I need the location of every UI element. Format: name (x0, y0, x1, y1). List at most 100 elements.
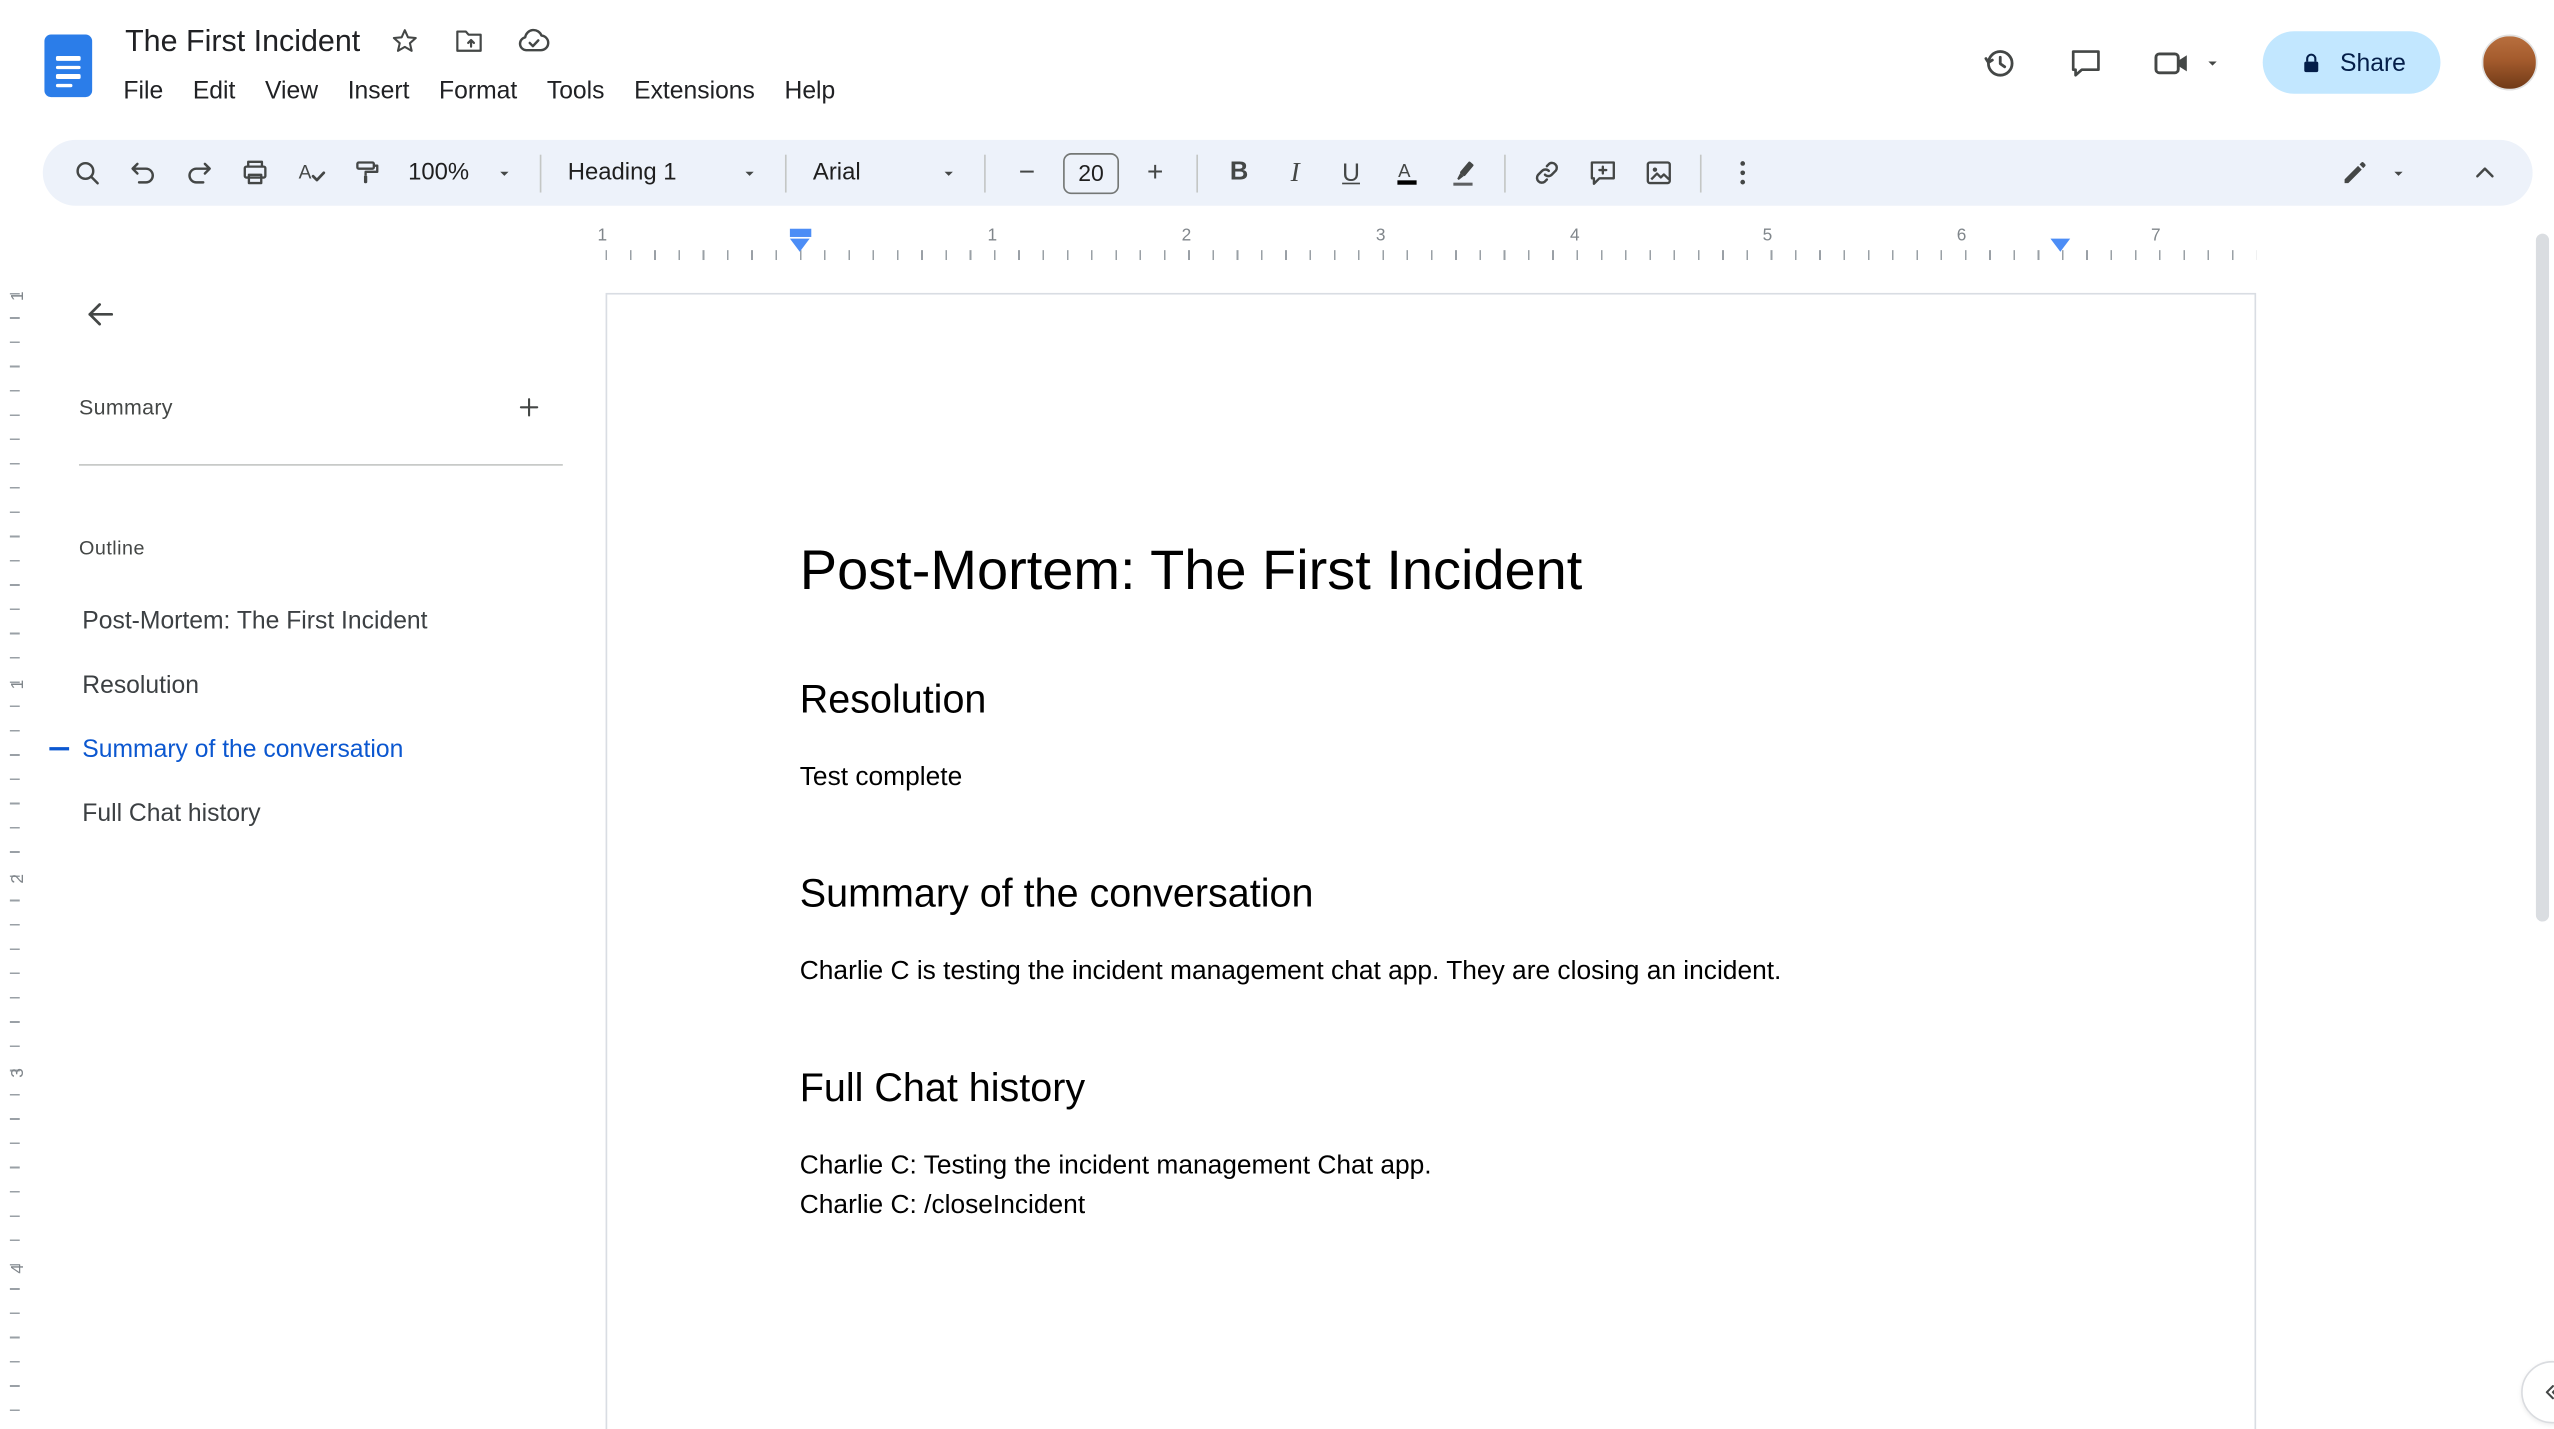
document-paragraph[interactable]: Charlie C: /closeIncident (800, 1186, 2057, 1225)
vertical-scrollbar[interactable] (2535, 233, 2550, 922)
menu-view[interactable]: View (250, 71, 333, 112)
add-summary-button[interactable] (510, 388, 546, 424)
hide-menus-button[interactable] (2460, 148, 2509, 197)
text-color-button[interactable]: A (1382, 148, 1431, 197)
docs-logo-icon[interactable] (44, 34, 93, 98)
insert-link-button[interactable] (1522, 148, 1571, 197)
ruler-number: 1 (8, 291, 29, 302)
toolbar-divider (784, 153, 787, 192)
right-indent-marker[interactable] (2050, 238, 2071, 252)
star-icon[interactable] (385, 21, 424, 60)
document-paragraph[interactable]: Charlie C: Testing the incident manageme… (800, 1147, 2057, 1186)
paint-format-button[interactable] (342, 148, 391, 197)
paragraph-styles-select[interactable]: Heading 1 (555, 148, 772, 197)
vertical-ruler: 1 1 2 3 4 (0, 0, 28, 1429)
editing-mode-select[interactable] (2329, 156, 2418, 189)
chevron-down-icon (500, 170, 509, 176)
document-canvas: Post-Mortem: The First Incident Resolutio… (567, 264, 2554, 1429)
back-arrow-icon (88, 303, 114, 326)
zoom-select[interactable]: 100% (395, 148, 527, 197)
account-avatar[interactable] (2481, 34, 2538, 91)
outline-item[interactable]: Resolution (79, 653, 560, 717)
paint-roller-icon (356, 161, 379, 184)
search-menus-button[interactable] (63, 148, 112, 197)
bold-button[interactable]: B (1214, 148, 1263, 197)
ruler-number: 1 (597, 225, 608, 246)
outline-heading: Outline (78, 536, 146, 560)
undo-button[interactable] (118, 148, 167, 197)
ruler-number: 2 (8, 873, 29, 884)
version-history-button[interactable] (1976, 39, 2022, 85)
join-call-button[interactable] (2151, 42, 2222, 83)
menu-insert[interactable]: Insert (333, 71, 424, 112)
outline-sidebar: Summary Outline Post-Mortem: The First I… (42, 263, 567, 1429)
redo-button[interactable] (174, 148, 223, 197)
first-line-indent-marker[interactable] (789, 228, 812, 237)
svg-text:A: A (1398, 160, 1411, 181)
document-title[interactable]: The First Incident (125, 23, 360, 59)
menu-file[interactable]: File (109, 71, 178, 112)
more-toolbar-options-button[interactable] (1718, 148, 1767, 197)
google-docs-window: The First Incident File Edit View Insert For… (0, 0, 2554, 1429)
sidebar-divider (78, 464, 563, 466)
search-icon (76, 161, 99, 185)
document-heading-2[interactable]: Resolution (800, 676, 2057, 725)
document-page[interactable]: Post-Mortem: The First Incident Resolutio… (605, 292, 2257, 1429)
close-outline-button[interactable] (79, 293, 122, 336)
double-chevron-left-icon (2545, 1384, 2554, 1399)
cloud-status-icon[interactable] (513, 21, 552, 60)
left-indent-marker[interactable] (789, 238, 810, 252)
highlight-color-button[interactable] (1438, 148, 1487, 197)
insert-image-button[interactable] (1634, 148, 1683, 197)
zoom-value: 100% (408, 159, 470, 186)
underline-button[interactable]: U (1326, 148, 1375, 197)
toolbar-divider (984, 153, 986, 192)
menu-extensions[interactable]: Extensions (619, 71, 769, 112)
outline-item[interactable]: Summary of the conversation (49, 717, 560, 781)
font-value: Arial (812, 159, 861, 186)
styles-value: Heading 1 (567, 159, 677, 186)
increase-font-size-button[interactable]: + (1131, 148, 1180, 197)
document-heading-2[interactable]: Summary of the conversation (800, 871, 2057, 920)
highlighter-icon (1453, 161, 1474, 186)
menu-edit[interactable]: Edit (178, 71, 250, 112)
ruler-number: 1 (8, 679, 29, 690)
text-color-icon: A (1397, 160, 1417, 185)
move-folder-icon[interactable] (449, 21, 488, 60)
menu-help[interactable]: Help (770, 71, 850, 112)
ruler-number: 2 (1181, 225, 1192, 246)
share-label: Share (2340, 48, 2406, 77)
history-clock-icon (1984, 50, 2014, 77)
comment-bubble-icon (2072, 49, 2101, 76)
ruler-ticks (605, 250, 2257, 261)
italic-button[interactable]: I (1270, 148, 1319, 197)
menu-format[interactable]: Format (424, 71, 532, 112)
print-button[interactable] (230, 148, 279, 197)
toolbar-divider (1504, 153, 1506, 192)
outline-item[interactable]: Full Chat history (79, 782, 560, 846)
spellcheck-button[interactable]: A (286, 148, 335, 197)
ruler-number: 3 (8, 1068, 29, 1078)
toolbar-divider (1196, 153, 1199, 192)
menu-tools[interactable]: Tools (532, 71, 619, 112)
document-paragraph[interactable]: Test complete (800, 759, 2057, 798)
ruler-number: 4 (1570, 225, 1580, 246)
font-size-input[interactable]: 20 (1063, 152, 1120, 194)
outline-list: Post-Mortem: The First Incident Resolutio… (49, 589, 560, 846)
outline-item[interactable]: Post-Mortem: The First Incident (79, 589, 560, 653)
font-family-select[interactable]: Arial (800, 148, 971, 197)
document-heading-2[interactable]: Full Chat history (800, 1065, 2057, 1114)
add-comment-button[interactable] (1578, 148, 1627, 197)
ruler-number: 3 (1375, 225, 1386, 246)
share-button[interactable]: Share (2262, 31, 2441, 94)
lock-icon (2304, 52, 2319, 72)
document-paragraph[interactable]: Charlie C is testing the incident manage… (800, 953, 2057, 992)
open-comments-button[interactable] (2064, 39, 2110, 85)
undo-icon (131, 162, 154, 184)
decrease-font-size-button[interactable]: − (1002, 148, 1051, 197)
link-icon (1535, 161, 1558, 184)
document-heading-1[interactable]: Post-Mortem: The First Incident (800, 538, 2057, 604)
redo-icon (188, 162, 211, 184)
more-vertical-icon (1740, 161, 1746, 185)
insert-image-icon (1646, 161, 1671, 185)
